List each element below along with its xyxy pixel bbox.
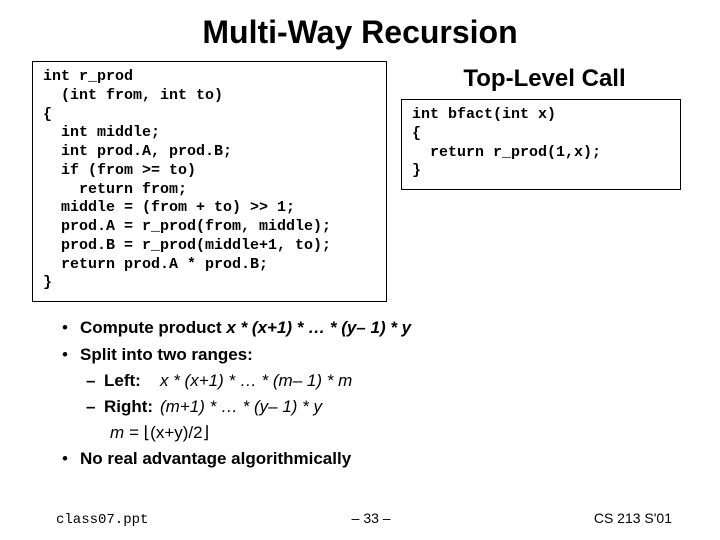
code-box-left: int r_prod (int from, int to) { int midd… [32, 61, 387, 302]
footer: class07.ppt – 33 – CS 213 S'01 [0, 510, 720, 528]
footer-filename: class07.ppt [56, 512, 148, 528]
bullet-text: Split into two ranges: [80, 343, 253, 368]
bullet-noreal: • No real advantage algorithmically [62, 447, 688, 472]
slide-title: Multi-Way Recursion [32, 14, 688, 51]
bullet-split: • Split into two ranges: [62, 343, 688, 368]
dash-icon: – [86, 395, 104, 420]
sub-bullet-left: – Left: x * (x+1) * … * (m– 1) * m [86, 369, 688, 394]
code-box-right: int bfact(int x) { return r_prod(1,x); } [401, 99, 681, 190]
right-column: Top-Level Call int bfact(int x) { return… [401, 61, 688, 190]
bullet-dot-icon: • [62, 343, 80, 368]
footer-page: – 33 – [352, 510, 391, 526]
code-right: int bfact(int x) { return r_prod(1,x); } [412, 106, 670, 181]
slide: Multi-Way Recursion int r_prod (int from… [0, 0, 720, 540]
bullet-text: Compute product x * (x+1) * … * (y– 1) *… [80, 316, 411, 341]
subheading: Top-Level Call [401, 65, 688, 93]
sub-expr: (m+1) * … * (y– 1) * y [160, 395, 322, 420]
sub-bullet-m: m = ⌊(x+y)/2⌋ [110, 421, 688, 446]
dash-icon: – [86, 369, 104, 394]
bullet-dot-icon: • [62, 447, 80, 472]
bullet-list: • Compute product x * (x+1) * … * (y– 1)… [62, 316, 688, 472]
bullet-compute: • Compute product x * (x+1) * … * (y– 1)… [62, 316, 688, 341]
m-prefix: m = [110, 423, 144, 442]
bullet-text: No real advantage algorithmically [80, 447, 351, 472]
bullet-dot-icon: • [62, 316, 80, 341]
footer-course: CS 213 S'01 [594, 510, 672, 526]
m-expr: ⌊(x+y)/2⌋ [144, 423, 210, 442]
content-row: int r_prod (int from, int to) { int midd… [32, 61, 688, 302]
sub-expr: x * (x+1) * … * (m– 1) * m [160, 369, 352, 394]
sub-label: Left: [104, 369, 160, 394]
sub-label: Right: [104, 395, 160, 420]
sub-bullet-right: – Right: (m+1) * … * (y– 1) * y [86, 395, 688, 420]
code-left: int r_prod (int from, int to) { int midd… [43, 68, 376, 293]
